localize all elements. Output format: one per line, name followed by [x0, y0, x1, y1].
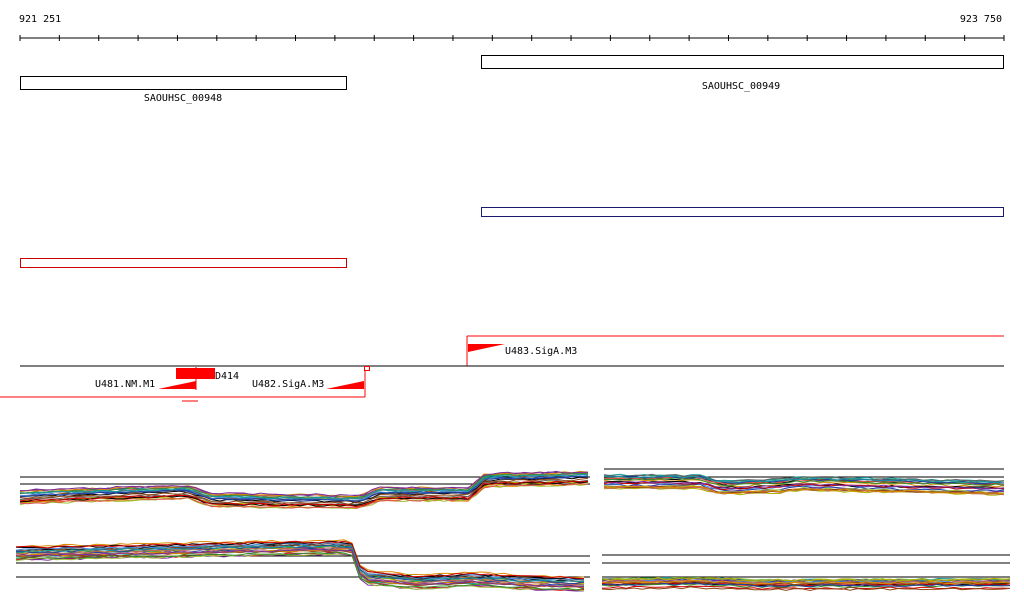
expression-panel-plus-left — [19, 470, 590, 510]
start-coordinate: 921 251 — [19, 14, 61, 25]
promoter-u481-marker[interactable] — [158, 381, 196, 389]
expression-panel-plus-right — [603, 468, 1005, 496]
promoter-u482-label: U482.SigA.M3 — [252, 379, 324, 390]
expression-panel-minus-left — [15, 539, 590, 592]
gene-label-saouhsc-00949: SAOUHSC_00949 — [702, 81, 780, 92]
end-coordinate: 923 750 — [960, 14, 1002, 25]
expression-trace — [15, 552, 585, 592]
gene-track: SAOUHSC_00948 SAOUHSC_00949 — [20, 55, 1004, 104]
gene-label-saouhsc-00948: SAOUHSC_00948 — [144, 93, 222, 104]
expression-trace — [15, 553, 585, 592]
coordinate-ruler: 921 251 923 750 — [19, 14, 1005, 41]
expression-panel-minus-right — [601, 554, 1011, 592]
promoter-u483-label: U483.SigA.M3 — [505, 346, 577, 357]
genome-browser-view: 921 251 923 750 SAOUHSC_00948 SAOUHSC_00… — [0, 14, 1011, 592]
promoter-u483-marker[interactable] — [468, 344, 505, 352]
promoter-u482-marker[interactable] — [326, 381, 364, 389]
gene-box-saouhsc-00948[interactable] — [20, 76, 347, 90]
minus-strand-gene-box[interactable] — [20, 258, 347, 268]
gene-box-saouhsc-00949[interactable] — [481, 55, 1004, 69]
terminator-d414-label: D414 — [215, 371, 239, 382]
minus-transcript-endcap — [364, 366, 370, 371]
promoter-u481-label: U481.NM.M1 — [95, 379, 155, 390]
plus-strand-gene-box[interactable] — [481, 207, 1004, 217]
feature-track: U483.SigA.M3 D414 U481.NM.M1 U482.SigA.M… — [0, 335, 1004, 402]
